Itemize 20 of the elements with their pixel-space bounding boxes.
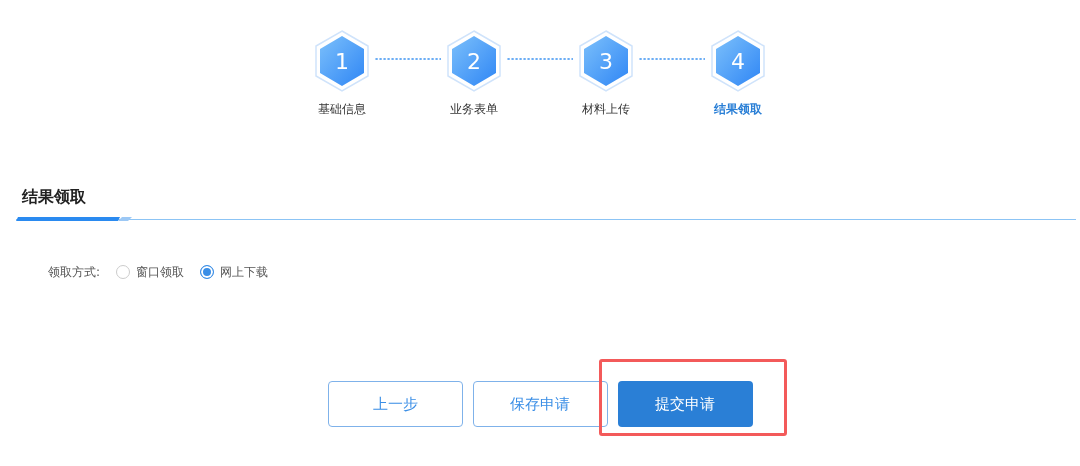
- step-label: 基础信息: [318, 101, 366, 118]
- step-label: 业务表单: [450, 101, 498, 118]
- section-title: 结果领取: [21, 186, 87, 208]
- dotted-connector: [507, 57, 573, 61]
- dotted-connector: [375, 57, 441, 61]
- step-hexagon: 4: [710, 30, 766, 92]
- outline-button[interactable]: 保存申请: [472, 381, 608, 427]
- field-label: 领取方式:: [48, 264, 101, 281]
- submit-button[interactable]: 提交申请: [617, 381, 753, 427]
- step-hexagon: 3: [578, 30, 634, 92]
- step-label: 结果领取: [714, 101, 762, 118]
- step-label: 材料上传: [582, 101, 630, 118]
- outline-button[interactable]: 上一步: [327, 381, 463, 427]
- dotted-connector: [639, 57, 705, 61]
- step-hexagon: 2: [446, 30, 502, 92]
- radio-button[interactable]: [116, 265, 131, 279]
- radio-button[interactable]: [200, 265, 215, 279]
- option-label: 网上下载: [220, 264, 269, 281]
- option-label: 窗口领取: [136, 264, 185, 281]
- step-hexagon: 1: [314, 30, 370, 92]
